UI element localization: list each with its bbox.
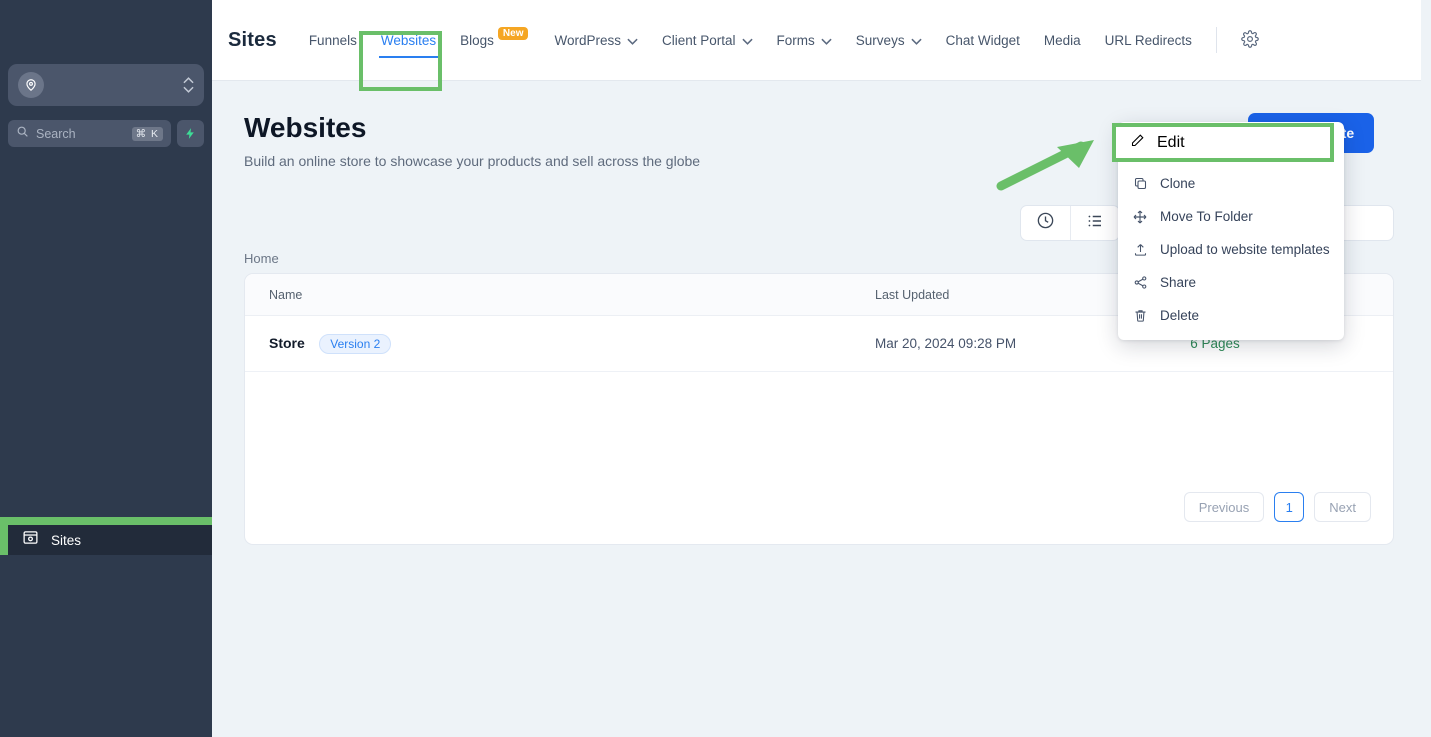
chevron-up-down-icon bbox=[183, 77, 194, 93]
menu-item-label: Delete bbox=[1160, 308, 1200, 323]
menu-item-delete[interactable]: Delete bbox=[1118, 299, 1344, 332]
chevron-down-icon bbox=[741, 33, 753, 48]
page-subtitle: Build an online store to showcase your p… bbox=[244, 153, 701, 169]
page-title: Websites bbox=[244, 112, 367, 143]
row-context-menu: Edit Clone Move To Folder Upload to webs… bbox=[1112, 122, 1344, 340]
view-toggle-group bbox=[1020, 205, 1120, 241]
sidebar-search-row: Search ⌘ K bbox=[8, 120, 204, 147]
gear-icon bbox=[1241, 29, 1259, 51]
tab-chat-widget[interactable]: Chat Widget bbox=[934, 25, 1032, 56]
new-badge: New bbox=[497, 26, 529, 40]
chevron-down-icon bbox=[627, 33, 638, 48]
menu-item-label: Clone bbox=[1160, 176, 1196, 191]
brand-title: Sites bbox=[228, 28, 277, 51]
tab-blogs[interactable]: Blogs New bbox=[448, 25, 542, 56]
upload-icon bbox=[1132, 242, 1148, 257]
share-icon bbox=[1132, 275, 1148, 290]
search-icon bbox=[16, 125, 29, 143]
location-pin-avatar-icon bbox=[18, 72, 44, 98]
menu-item-move-to-folder[interactable]: Move To Folder bbox=[1118, 200, 1344, 233]
nav-divider bbox=[1215, 27, 1217, 53]
tab-forms[interactable]: Forms bbox=[765, 25, 844, 56]
menu-item-label: Upload to website templates bbox=[1160, 242, 1330, 257]
tab-label: Media bbox=[1043, 32, 1081, 48]
tab-label: URL Redirects bbox=[1104, 32, 1192, 48]
tab-wordpress[interactable]: WordPress bbox=[542, 25, 650, 56]
top-navigation-bar: Sites Funnels Websites Blogs New WordPre… bbox=[212, 0, 1421, 81]
trash-icon bbox=[1132, 308, 1148, 323]
search-shortcut-badge: ⌘ K bbox=[131, 126, 163, 141]
menu-item-edit-highlight: Edit bbox=[1112, 123, 1334, 162]
lightning-bolt-icon[interactable] bbox=[177, 120, 204, 147]
chevron-down-icon bbox=[821, 33, 832, 48]
chevron-down-icon bbox=[910, 33, 922, 48]
move-icon bbox=[1132, 209, 1148, 225]
tab-label: Surveys bbox=[855, 32, 905, 48]
pagination: Previous 1 Next bbox=[1183, 492, 1371, 522]
tab-label: WordPress bbox=[554, 32, 621, 48]
sidebar-item-sites[interactable]: Sites bbox=[8, 525, 212, 555]
menu-item-label: Move To Folder bbox=[1160, 209, 1253, 224]
sidebar-item-sites-highlight: Sites bbox=[0, 517, 212, 555]
copy-icon bbox=[1132, 176, 1148, 191]
version-badge: Version 2 bbox=[319, 333, 392, 354]
pencil-icon bbox=[1130, 133, 1145, 153]
breadcrumb: Home bbox=[244, 251, 279, 266]
tab-media[interactable]: Media bbox=[1032, 25, 1093, 56]
search-placeholder: Search bbox=[36, 126, 76, 141]
pagination-previous-button[interactable]: Previous bbox=[1183, 492, 1265, 522]
list-icon bbox=[1086, 212, 1104, 235]
column-header-last-updated: Last Updated bbox=[875, 287, 950, 302]
sidebar-item-label: Sites bbox=[51, 532, 82, 548]
recent-view-button[interactable] bbox=[1021, 206, 1070, 240]
list-view-button[interactable] bbox=[1069, 206, 1120, 240]
sites-window-icon bbox=[22, 529, 39, 551]
tab-label: Blogs bbox=[460, 32, 494, 48]
tab-funnels[interactable]: Funnels bbox=[297, 25, 369, 56]
tab-client-portal[interactable]: Client Portal bbox=[650, 25, 765, 56]
tab-label: Websites bbox=[380, 32, 437, 48]
tab-surveys[interactable]: Surveys bbox=[844, 25, 934, 56]
menu-item-label[interactable]: Edit bbox=[1157, 134, 1185, 152]
sidebar: Search ⌘ K Sites bbox=[0, 0, 212, 737]
tab-label: Forms bbox=[776, 32, 815, 48]
tab-websites[interactable]: Websites bbox=[369, 25, 448, 58]
cell-last-updated: Mar 20, 2024 09:28 PM bbox=[875, 336, 1017, 351]
column-header-name: Name bbox=[269, 287, 303, 302]
website-name: Store bbox=[269, 334, 305, 351]
pagination-page-1[interactable]: 1 bbox=[1274, 492, 1305, 522]
tab-label: Funnels bbox=[308, 32, 357, 48]
menu-item-clone[interactable]: Clone bbox=[1118, 167, 1344, 200]
menu-item-label: Share bbox=[1160, 275, 1197, 290]
cell-name: Store Version 2 bbox=[245, 333, 875, 354]
menu-item-upload-to-website-templates[interactable]: Upload to website templates bbox=[1118, 233, 1344, 266]
menu-item-share[interactable]: Share bbox=[1118, 266, 1344, 299]
tab-url-redirects[interactable]: URL Redirects bbox=[1093, 25, 1204, 56]
account-switcher[interactable] bbox=[8, 64, 204, 106]
pagination-next-button[interactable]: Next bbox=[1314, 492, 1371, 522]
app-root: Search ⌘ K Sites Sites Funnels Websites … bbox=[0, 0, 1431, 737]
search-input[interactable]: Search ⌘ K bbox=[8, 120, 171, 147]
settings-button[interactable] bbox=[1229, 22, 1271, 59]
nav-tabs: Funnels Websites Blogs New WordPress Cli… bbox=[297, 22, 1271, 59]
tab-label: Client Portal bbox=[662, 32, 736, 48]
tab-label: Chat Widget bbox=[945, 32, 1020, 48]
clock-icon bbox=[1036, 211, 1055, 235]
